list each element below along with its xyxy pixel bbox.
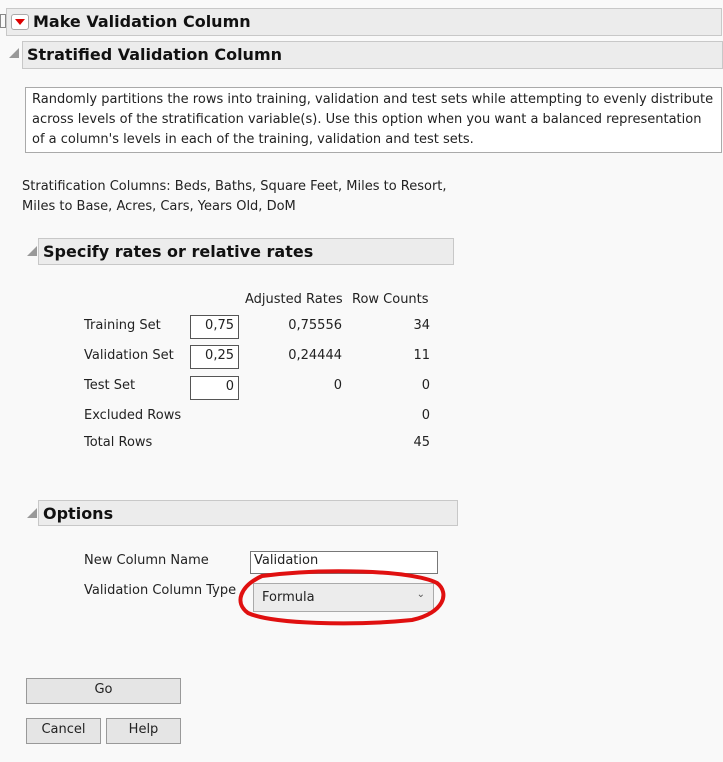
test-count: 0 [421,378,430,393]
rates-header: Specify rates or relative rates [38,238,454,265]
training-rate-input[interactable]: 0,75 [190,315,239,339]
excluded-label: Excluded Rows [84,408,182,423]
description-box: Randomly partitions the rows into traini… [25,87,722,153]
excluded-count: 0 [421,408,430,423]
total-label: Total Rows [84,435,153,450]
red-annotation-circle [238,569,446,626]
cancel-button[interactable]: Cancel [26,718,101,744]
validation-count: 11 [413,348,430,363]
total-count: 45 [413,435,430,450]
options-header: Options [38,500,458,526]
collapse-triangle-icon[interactable] [9,48,19,58]
training-label: Training Set [84,318,161,333]
window-title: Make Validation Column [33,12,251,31]
training-count: 34 [413,318,430,333]
training-adjusted: 0,75556 [288,318,342,333]
test-adjusted: 0 [333,378,342,393]
test-rate-input[interactable]: 0 [190,376,239,400]
test-label: Test Set [84,378,136,393]
adjusted-rates-header: Adjusted Rates [245,292,343,307]
section-header: Stratified Validation Column [22,41,723,69]
red-triangle-menu-icon[interactable] [11,14,29,30]
validation-label: Validation Set [84,348,174,363]
help-button[interactable]: Help [106,718,181,744]
row-counts-header: Row Counts [352,292,429,307]
go-button[interactable]: Go [26,678,181,704]
column-name-label: New Column Name [84,553,209,568]
validation-rate-input[interactable]: 0,25 [190,345,239,369]
column-type-label: Validation Column Type [84,583,237,598]
stratification-columns: Stratification Columns: Beds, Baths, Squ… [22,179,447,214]
collapse-triangle-icon[interactable] [27,508,37,518]
validation-adjusted: 0,24444 [288,348,342,363]
collapse-triangle-icon[interactable] [27,246,37,256]
title-header: Make Validation Column [6,8,722,36]
